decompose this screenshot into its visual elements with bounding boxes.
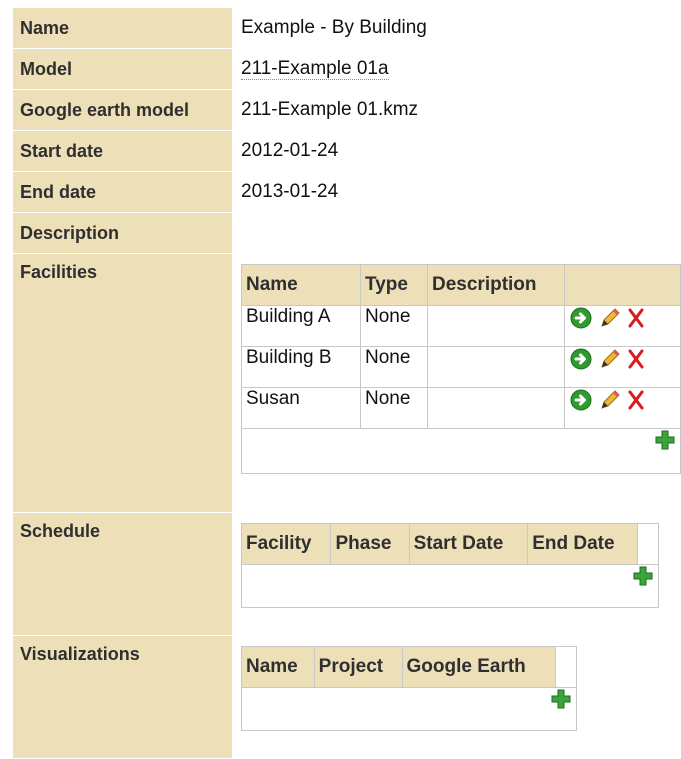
facility-type: None xyxy=(361,306,428,347)
facilities-label: Facilities xyxy=(13,254,234,513)
visualizations-row: Visualizations Name Project Google Earth xyxy=(13,636,681,759)
green-plus-icon[interactable] xyxy=(654,429,676,451)
pencil-icon[interactable] xyxy=(598,306,622,330)
pencil-icon[interactable] xyxy=(598,347,622,371)
facility-name: Building B xyxy=(242,347,361,388)
visualizations-col-actions xyxy=(556,647,577,688)
pencil-icon[interactable] xyxy=(598,388,622,412)
start-date-value: 2012-01-24 xyxy=(234,131,681,172)
visualizations-col-google-earth: Google Earth xyxy=(402,647,556,688)
facility-type: None xyxy=(361,347,428,388)
schedule-col-start-date: Start Date xyxy=(409,524,528,565)
green-arrow-circle-icon[interactable] xyxy=(569,306,593,330)
red-x-icon[interactable] xyxy=(628,347,644,371)
facility-name: Susan xyxy=(242,388,361,429)
green-arrow-circle-icon[interactable] xyxy=(569,388,593,412)
facilities-col-actions xyxy=(565,265,681,306)
schedule-col-facility: Facility xyxy=(242,524,331,565)
facility-description xyxy=(428,388,565,429)
schedule-add-cell xyxy=(242,565,659,608)
end-date-label: End date xyxy=(13,172,234,213)
visualizations-col-name: Name xyxy=(242,647,315,688)
green-plus-icon[interactable] xyxy=(632,565,654,587)
facility-description xyxy=(428,347,565,388)
facilities-add-cell xyxy=(242,429,681,474)
facilities-value-cell: Name Type Description Building A None xyxy=(234,254,681,513)
visualizations-col-project: Project xyxy=(314,647,402,688)
facility-type: None xyxy=(361,388,428,429)
schedule-col-actions xyxy=(638,524,659,565)
model-link[interactable]: 211-Example 01a xyxy=(241,59,389,80)
description-label: Description xyxy=(13,213,234,254)
google-earth-model-row: Google earth model 211-Example 01.kmz xyxy=(13,90,681,131)
facilities-table: Name Type Description Building A None xyxy=(241,264,681,474)
table-row: Building B None xyxy=(242,347,681,388)
facilities-add-row xyxy=(242,429,681,474)
red-x-icon[interactable] xyxy=(628,306,644,330)
schedule-value-cell: Facility Phase Start Date End Date xyxy=(234,513,681,636)
facilities-col-type: Type xyxy=(361,265,428,306)
description-row: Description xyxy=(13,213,681,254)
schedule-label: Schedule xyxy=(13,513,234,636)
end-date-row: End date 2013-01-24 xyxy=(13,172,681,213)
red-x-icon[interactable] xyxy=(628,388,644,412)
schedule-col-end-date: End Date xyxy=(528,524,638,565)
facilities-row: Facilities Name Type Description Buildin… xyxy=(13,254,681,513)
visualizations-add-cell xyxy=(242,688,577,731)
model-label: Model xyxy=(13,49,234,90)
visualizations-label: Visualizations xyxy=(13,636,234,759)
visualizations-header-row: Name Project Google Earth xyxy=(242,647,577,688)
visualizations-value-cell: Name Project Google Earth xyxy=(234,636,681,759)
visualizations-table: Name Project Google Earth xyxy=(241,646,577,731)
details-table: Name Example - By Building Model 211-Exa… xyxy=(13,8,681,759)
end-date-value: 2013-01-24 xyxy=(234,172,681,213)
description-value xyxy=(234,213,681,254)
name-row: Name Example - By Building xyxy=(13,8,681,49)
schedule-row: Schedule Facility Phase Start Date End D… xyxy=(13,513,681,636)
green-plus-icon[interactable] xyxy=(550,688,572,710)
table-row: Building A None xyxy=(242,306,681,347)
facility-actions xyxy=(565,388,681,429)
facility-name: Building A xyxy=(242,306,361,347)
model-row: Model 211-Example 01a xyxy=(13,49,681,90)
schedule-header-row: Facility Phase Start Date End Date xyxy=(242,524,659,565)
facilities-col-name: Name xyxy=(242,265,361,306)
start-date-row: Start date 2012-01-24 xyxy=(13,131,681,172)
facility-actions xyxy=(565,306,681,347)
facility-description xyxy=(428,306,565,347)
table-row: Susan None xyxy=(242,388,681,429)
green-arrow-circle-icon[interactable] xyxy=(569,347,593,371)
start-date-label: Start date xyxy=(13,131,234,172)
google-earth-model-value: 211-Example 01.kmz xyxy=(234,90,681,131)
name-value: Example - By Building xyxy=(234,8,681,49)
facility-actions xyxy=(565,347,681,388)
schedule-table: Facility Phase Start Date End Date xyxy=(241,523,659,608)
facilities-col-description: Description xyxy=(428,265,565,306)
schedule-add-row xyxy=(242,565,659,608)
facilities-header-row: Name Type Description xyxy=(242,265,681,306)
google-earth-model-label: Google earth model xyxy=(13,90,234,131)
visualizations-add-row xyxy=(242,688,577,731)
model-value-cell: 211-Example 01a xyxy=(234,49,681,90)
name-label: Name xyxy=(13,8,234,49)
schedule-col-phase: Phase xyxy=(331,524,409,565)
